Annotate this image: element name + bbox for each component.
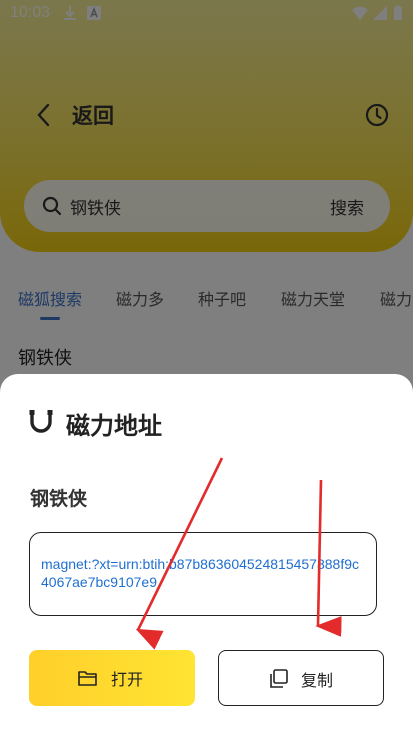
open-button[interactable]: 打开 <box>29 650 195 706</box>
item-name: 钢铁侠 <box>30 488 88 510</box>
copy-button-label: 复制 <box>301 671 334 690</box>
magnet-bottom-sheet: 磁力地址 钢铁侠 magnet:?xt=urn:btih:b87b8636045… <box>0 374 413 734</box>
copy-button[interactable]: 复制 <box>218 650 384 706</box>
magnet-link-box[interactable]: magnet:?xt=urn:btih:b87b8636045248​15457… <box>29 532 377 616</box>
open-button-label: 打开 <box>111 670 144 689</box>
folder-icon <box>78 671 97 686</box>
copy-icon <box>270 669 288 688</box>
sheet-title: 磁力地址 <box>66 412 162 440</box>
magnet-link-text[interactable]: magnet:?xt=urn:btih:b87b8636045248​15457… <box>41 555 366 591</box>
magnet-icon <box>29 410 53 433</box>
